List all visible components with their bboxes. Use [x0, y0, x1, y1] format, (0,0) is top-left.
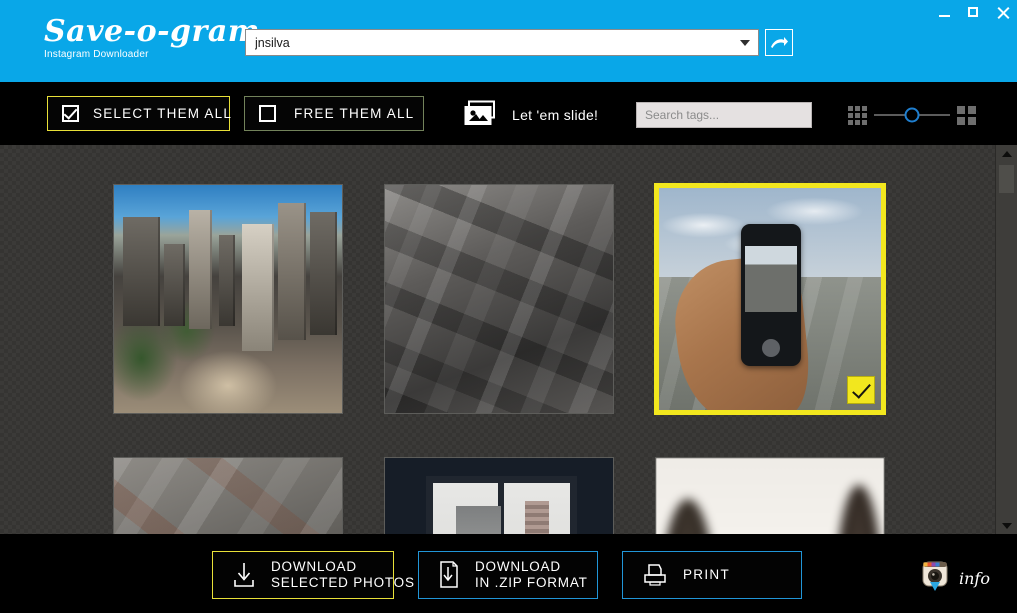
download-selected-line2: SELECTED PHOTOS	[271, 575, 415, 590]
arrow-right-icon	[769, 35, 789, 51]
free-all-label: FREE THEM ALL	[294, 106, 415, 121]
photo-frame	[384, 184, 614, 414]
selection-checkbox[interactable]	[847, 376, 875, 404]
photo-thumbnail[interactable]	[384, 457, 614, 534]
photo-thumbnail[interactable]	[113, 457, 343, 534]
photo-frame	[113, 184, 343, 414]
print-label: PRINT	[683, 567, 730, 582]
download-tray-icon	[231, 561, 257, 589]
select-all-label: SELECT THEM ALL	[93, 106, 233, 121]
free-all-button[interactable]: FREE THEM ALL	[244, 96, 424, 131]
maximize-button[interactable]	[966, 5, 982, 21]
select-all-button[interactable]: SELECT THEM ALL	[47, 96, 233, 131]
download-zip-label: DOWNLOAD IN .ZIP FORMAT	[475, 559, 588, 591]
grid-small-icon[interactable]	[848, 105, 867, 125]
photo-frame	[113, 457, 343, 534]
photo-grid	[113, 184, 887, 534]
photo-frame	[384, 457, 614, 534]
slideshow-label: Let 'em slide!	[512, 107, 599, 123]
photo-image	[656, 458, 884, 534]
logo-subtitle: Instagram Downloader	[44, 49, 149, 60]
checkbox-unchecked-icon	[259, 105, 276, 122]
info-button[interactable]: info	[920, 560, 990, 597]
photos-icon	[464, 100, 498, 131]
app-header: Save-o-gram Instagram Downloader	[0, 0, 1017, 82]
window-controls	[937, 2, 1011, 24]
photo-image	[385, 185, 613, 413]
download-selected-line1: DOWNLOAD	[271, 559, 357, 574]
photo-thumbnail[interactable]	[384, 184, 614, 414]
thumbnail-size-slider[interactable]	[848, 104, 976, 126]
download-selected-label: DOWNLOAD SELECTED PHOTOS	[271, 559, 415, 591]
photo-image	[385, 458, 613, 534]
photo-gallery[interactable]	[0, 145, 995, 534]
checkbox-checked-icon	[62, 105, 79, 122]
photo-image	[114, 185, 342, 413]
logo-title: Save-o-gram	[44, 14, 260, 49]
chevron-down-icon[interactable]	[732, 30, 758, 55]
close-button[interactable]	[995, 5, 1011, 21]
username-input[interactable]	[246, 30, 732, 55]
slider-track[interactable]	[874, 107, 950, 123]
caret-up-icon[interactable]	[996, 145, 1017, 162]
download-selected-button[interactable]: DOWNLOAD SELECTED PHOTOS	[212, 551, 414, 599]
minimize-button[interactable]	[937, 5, 953, 21]
download-zip-line2: IN .ZIP FORMAT	[475, 575, 588, 590]
slideshow-button[interactable]: Let 'em slide!	[464, 100, 598, 130]
photo-thumbnail[interactable]	[113, 184, 343, 414]
zip-download-icon	[437, 560, 461, 590]
info-label: info	[959, 569, 990, 588]
app-logo: Save-o-gram Instagram Downloader	[44, 14, 260, 61]
grid-large-icon[interactable]	[957, 105, 976, 125]
download-zip-line1: DOWNLOAD	[475, 559, 561, 574]
gallery-scrollbar[interactable]	[995, 145, 1017, 534]
go-button[interactable]	[765, 29, 793, 56]
username-combobox[interactable]	[245, 29, 759, 56]
photo-frame	[655, 184, 885, 414]
scrollbar-thumb[interactable]	[999, 165, 1014, 193]
photo-image	[114, 458, 342, 534]
slider-handle[interactable]	[904, 107, 920, 123]
tag-search-field[interactable]	[636, 102, 812, 128]
instagram-download-icon	[920, 560, 950, 597]
tag-search-input[interactable]	[637, 103, 811, 127]
application-window: Save-o-gram Instagram Downloader SELECT …	[0, 0, 1017, 613]
print-button[interactable]: PRINT	[622, 551, 802, 599]
photo-frame	[655, 457, 885, 534]
photo-thumbnail[interactable]	[655, 457, 885, 534]
photo-thumbnail-selected[interactable]	[655, 184, 885, 414]
caret-down-icon[interactable]	[996, 517, 1017, 534]
download-zip-button[interactable]: DOWNLOAD IN .ZIP FORMAT	[418, 551, 598, 599]
printer-icon	[641, 562, 669, 588]
